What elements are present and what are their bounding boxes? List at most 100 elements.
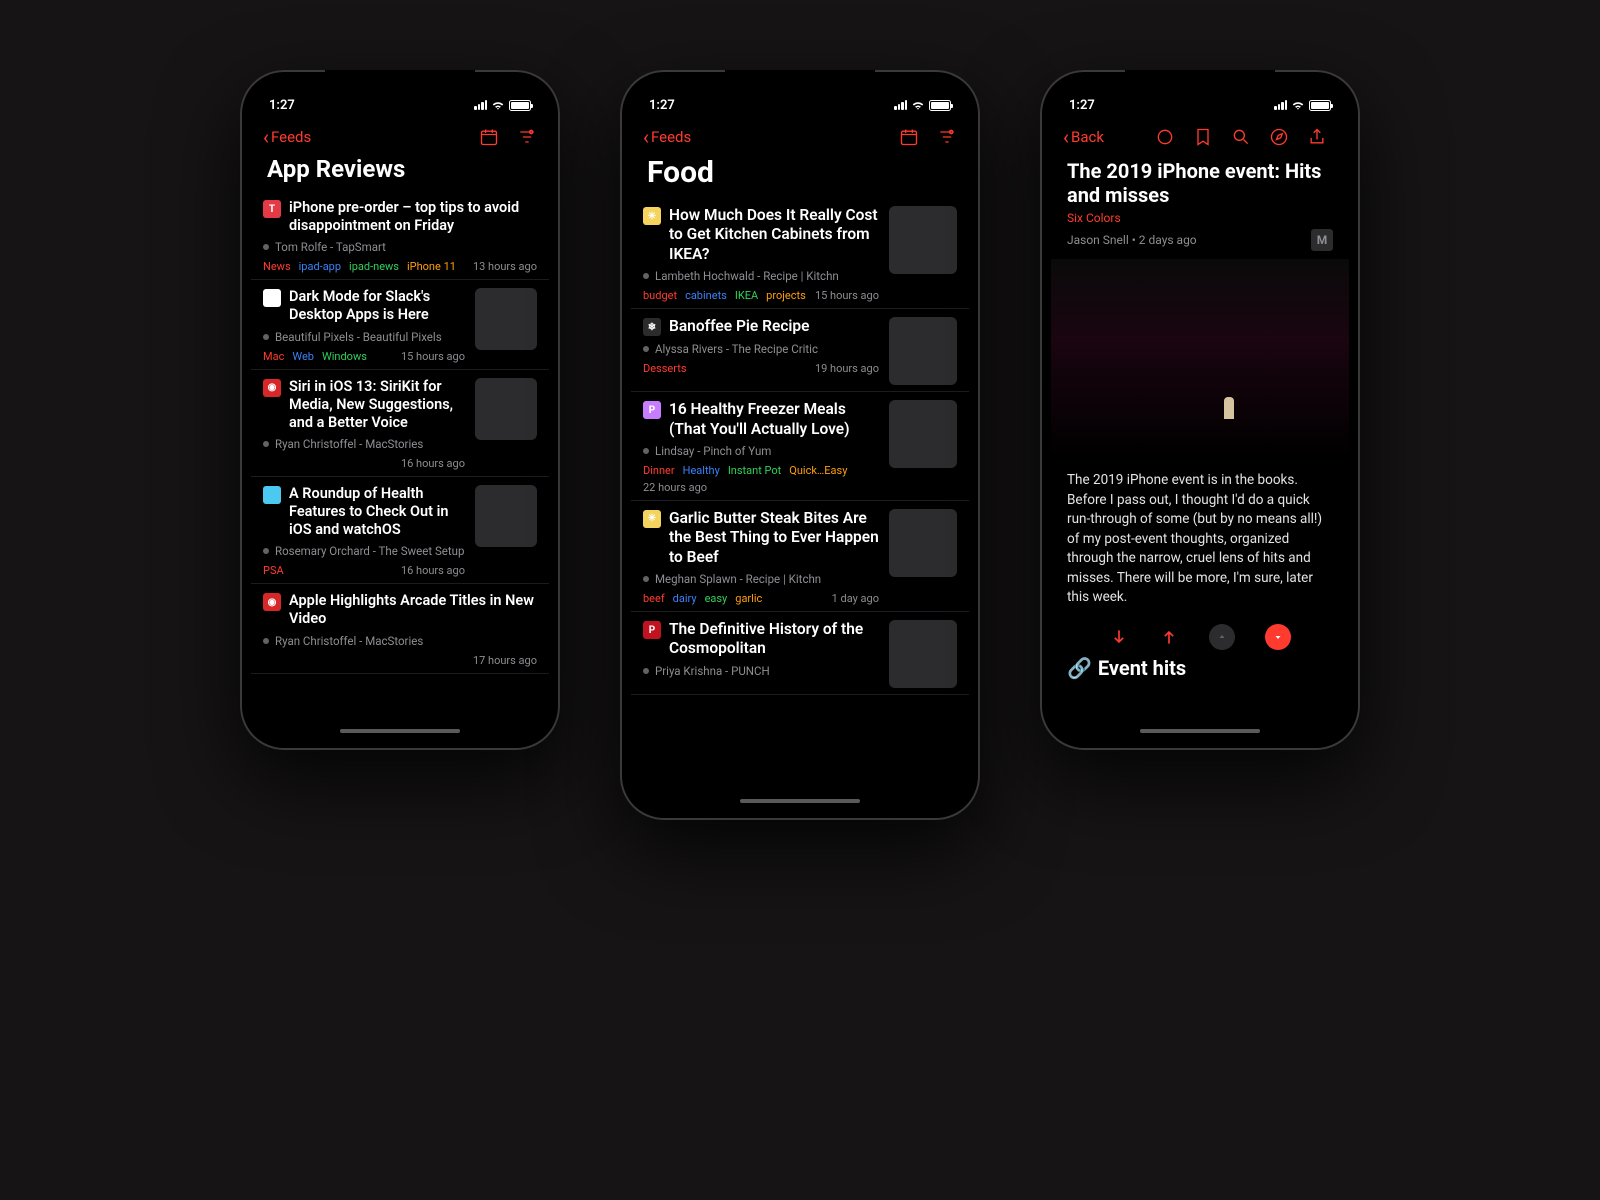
list-item[interactable]: ✳How Much Does It Really Cost to Get Kit… — [631, 198, 969, 309]
item-title: The Definitive History of the Cosmopolit… — [669, 620, 879, 659]
article-list[interactable]: ✳ How Much Does It Really Cost to Get Kit… — [631, 198, 969, 809]
item-byline: Ryan Christoffel - MacStories — [263, 437, 465, 451]
safari-icon[interactable] — [1269, 127, 1289, 147]
item-byline: Beautiful Pixels - Beautiful Pixels — [263, 330, 465, 344]
feed-favicon: ❄ — [643, 318, 661, 336]
list-item[interactable]: ❄ Banoffee Pie Recipe Alyssa Rivers - The … — [631, 309, 969, 392]
filter-icon[interactable] — [937, 127, 957, 147]
list-item[interactable]: P16 Healthy Freezer Meals (That You'll A… — [631, 392, 969, 501]
item-timestamp: 17 hours ago — [473, 654, 537, 667]
back-button[interactable]: ‹Back — [1063, 127, 1104, 147]
feed-favicon: ✳ — [643, 510, 661, 528]
status-time: 1:27 — [1069, 98, 1095, 113]
item-tags: budgetcabinetsIKEAprojects — [643, 289, 806, 302]
back-button[interactable]: ‹Feeds — [643, 127, 691, 147]
status-time: 1:27 — [649, 98, 675, 113]
feed-favicon: P — [643, 621, 661, 639]
item-tags: Newsipad-appipad-newsiPhone 11 — [263, 260, 456, 273]
item-byline: Lindsay - Pinch of Yum — [643, 444, 879, 458]
item-thumbnail — [889, 317, 957, 385]
list-item[interactable]: ✳ Garlic Butter Steak Bites Are the Best … — [631, 501, 969, 612]
bookmark-icon[interactable] — [1193, 127, 1213, 147]
item-timestamp: 22 hours ago — [643, 481, 707, 494]
cellular-icon — [474, 100, 487, 110]
up-arrow-icon[interactable] — [1159, 627, 1179, 647]
search-icon[interactable] — [1231, 127, 1251, 147]
chevron-left-icon: ‹ — [1063, 127, 1069, 147]
item-tags: MacWebWindows — [263, 350, 367, 363]
item-byline: Priya Krishna - PUNCH — [643, 664, 879, 678]
home-indicator[interactable] — [740, 799, 860, 803]
presenter-figure — [1224, 397, 1234, 419]
article-list[interactable]: TiPhone pre-order – top tips to avoid di… — [251, 191, 549, 739]
item-timestamp: 16 hours ago — [401, 564, 465, 577]
chevron-left-icon: ‹ — [263, 127, 269, 147]
item-timestamp: 15 hours ago — [401, 350, 465, 363]
item-byline: Meghan Splawn - Recipe | Kitchn — [643, 572, 879, 586]
battery-icon — [929, 100, 951, 111]
reader-badge[interactable]: M — [1311, 229, 1333, 251]
item-timestamp: 15 hours ago — [815, 289, 879, 302]
item-byline: Ryan Christoffel - MacStories — [263, 634, 537, 648]
home-indicator[interactable] — [340, 729, 460, 733]
feed-favicon: ◉ — [263, 379, 281, 397]
item-thumbnail — [475, 378, 537, 440]
item-byline: Alyssa Rivers - The Recipe Critic — [643, 342, 879, 356]
page-title: App Reviews — [251, 153, 549, 191]
item-title: Garlic Butter Steak Bites Are the Best T… — [669, 509, 879, 567]
calendar-icon[interactable] — [899, 127, 919, 147]
item-thumbnail — [475, 288, 537, 350]
calendar-icon[interactable] — [479, 127, 499, 147]
phone-food: 1:27 ‹Feeds Food ✳ How Much Does It Reall… — [620, 70, 980, 820]
list-item[interactable]: ◉ Siri in iOS 13: SiriKit for Media, New … — [251, 370, 549, 477]
notch — [325, 70, 475, 94]
page-title: Food — [631, 153, 969, 198]
item-thumbnail — [889, 400, 957, 468]
next-button[interactable] — [1265, 624, 1291, 650]
item-title: iPhone pre-order – top tips to avoid dis… — [289, 199, 537, 235]
wifi-icon — [491, 98, 505, 112]
back-button[interactable]: ‹Feeds — [263, 127, 311, 147]
item-tags: PSA — [263, 564, 284, 577]
list-item[interactable]: A Roundup of Health Features to Check Ou… — [251, 477, 549, 584]
notch — [725, 70, 875, 94]
article-byline: Jason Snell • 2 days ago — [1067, 233, 1197, 247]
list-item[interactable]: P The Definitive History of the Cosmopoli… — [631, 612, 969, 695]
article-title: The 2019 iPhone event: Hits and misses — [1051, 153, 1349, 211]
home-indicator[interactable] — [1140, 729, 1260, 733]
chevron-left-icon: ‹ — [643, 127, 649, 147]
item-tags: Desserts — [643, 362, 687, 375]
item-title: How Much Does It Really Cost to Get Kitc… — [669, 206, 879, 264]
feed-favicon — [263, 486, 281, 504]
item-thumbnail — [475, 485, 537, 547]
item-byline: Lambeth Hochwald - Recipe | Kitchn — [643, 269, 879, 283]
prev-button[interactable] — [1209, 624, 1235, 650]
link-icon: 🔗 — [1067, 656, 1092, 680]
list-item[interactable]: TiPhone pre-order – top tips to avoid di… — [251, 191, 549, 280]
item-timestamp: 1 day ago — [832, 592, 879, 605]
down-arrow-icon[interactable] — [1109, 627, 1129, 647]
item-tags: DinnerHealthyInstant PotQuick…Easy — [643, 464, 847, 477]
item-timestamp: 13 hours ago — [473, 260, 537, 273]
item-title: Banoffee Pie Recipe — [669, 317, 809, 336]
item-timestamp: 16 hours ago — [401, 457, 465, 470]
list-item[interactable]: Dark Mode for Slack's Desktop Apps is He… — [251, 280, 549, 369]
list-item[interactable]: ◉Apple Highlights Arcade Titles in New V… — [251, 584, 549, 673]
filter-icon[interactable] — [517, 127, 537, 147]
item-byline: Rosemary Orchard - The Sweet Setup — [263, 544, 465, 558]
unread-icon[interactable] — [1155, 127, 1175, 147]
share-icon[interactable] — [1307, 127, 1327, 147]
item-thumbnail — [889, 509, 957, 577]
item-thumbnail — [889, 620, 957, 688]
item-title: Siri in iOS 13: SiriKit for Media, New S… — [289, 378, 465, 432]
article-source[interactable]: Six Colors — [1051, 211, 1349, 225]
battery-icon — [509, 100, 531, 111]
phone-app-reviews: 1:27 ‹Feeds App Reviews TiPhone pre-orde… — [240, 70, 560, 750]
wifi-icon — [911, 98, 925, 112]
item-title: A Roundup of Health Features to Check Ou… — [289, 485, 465, 539]
cellular-icon — [1274, 100, 1287, 110]
nav-bar: ‹Feeds — [251, 119, 549, 153]
battery-icon — [1309, 100, 1331, 111]
nav-bar: ‹Feeds — [631, 119, 969, 153]
notch — [1125, 70, 1275, 94]
